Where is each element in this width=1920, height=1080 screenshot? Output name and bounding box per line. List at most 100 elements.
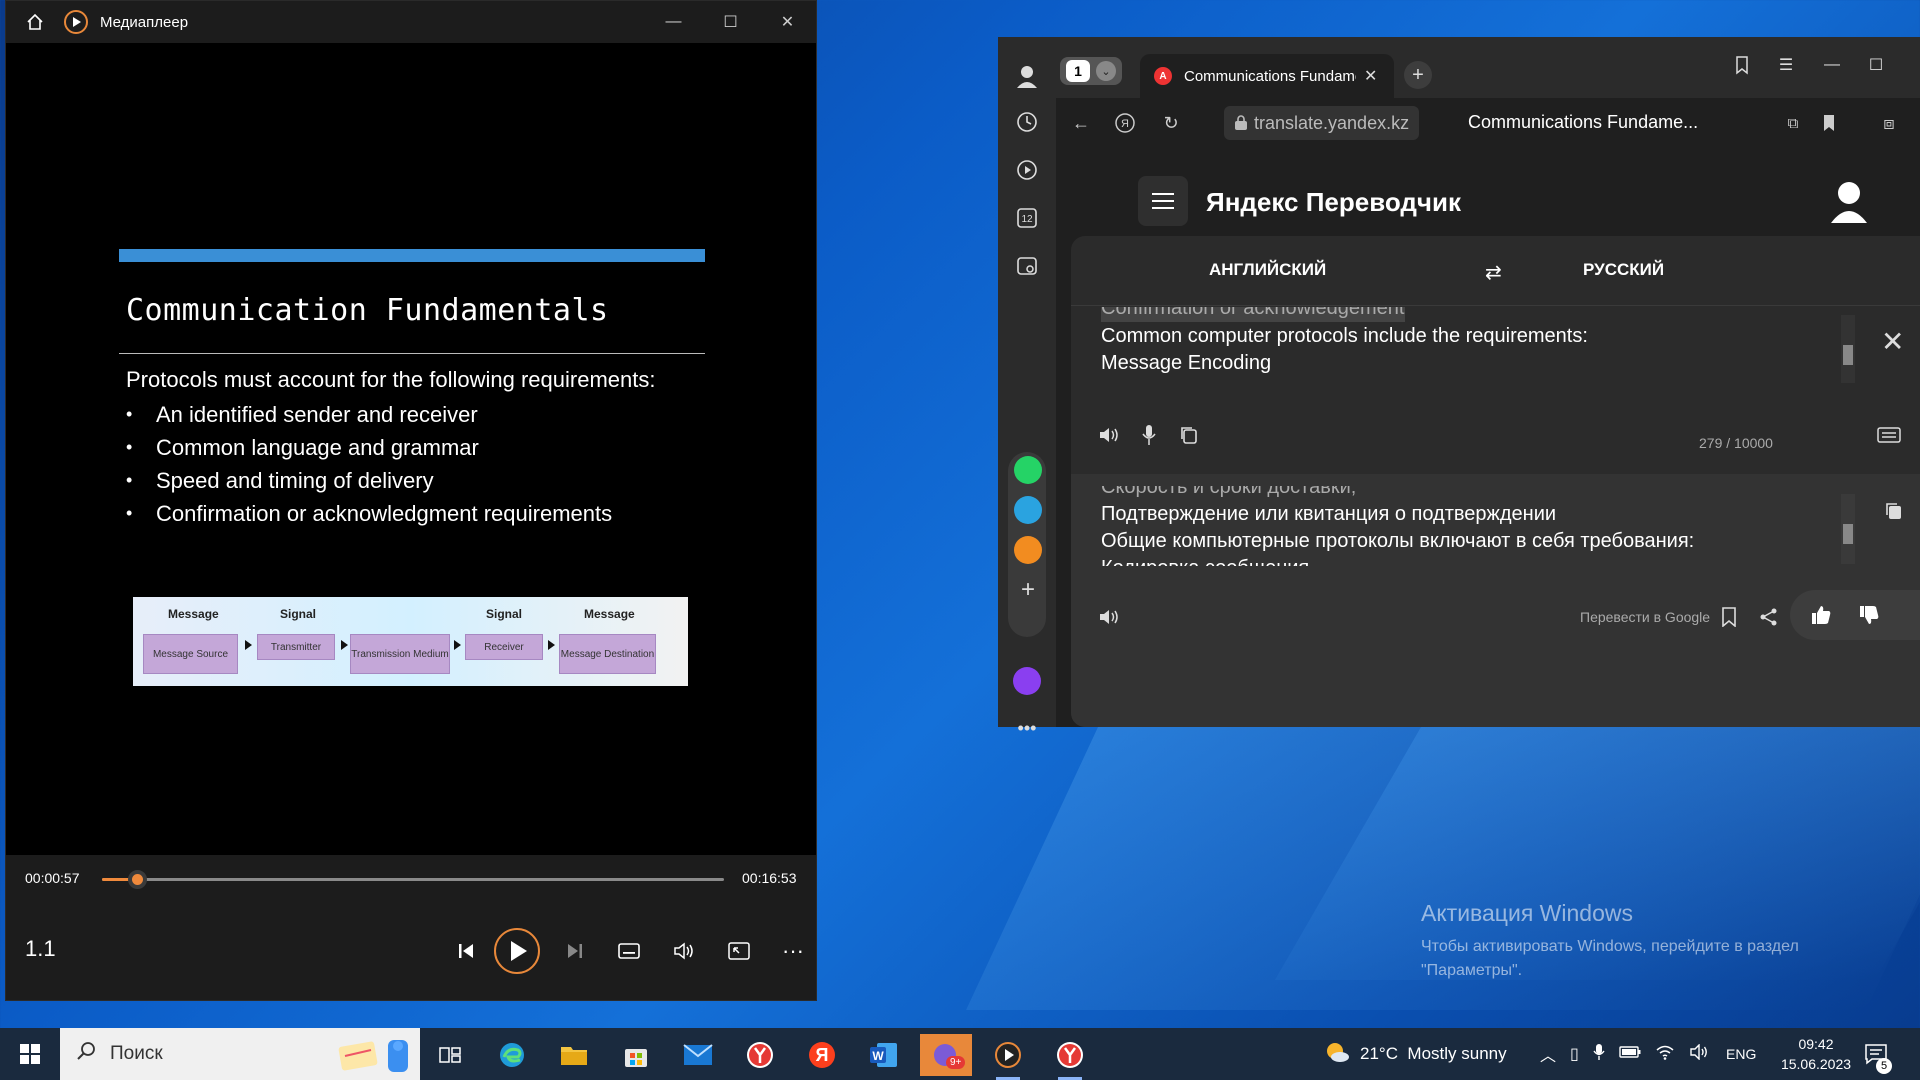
feedback-vote [1790, 590, 1920, 640]
clear-text-icon[interactable]: ✕ [1881, 325, 1904, 358]
calendar-icon[interactable]: 12 [1012, 203, 1042, 233]
volume-icon[interactable] [664, 931, 704, 971]
slide-title: Communication Fundamentals [126, 293, 609, 328]
microphone-icon[interactable] [1593, 1043, 1605, 1066]
clock[interactable]: 09:42 15.06.2023 [1774, 1028, 1858, 1080]
taskbar-search[interactable]: Поиск [60, 1028, 420, 1080]
slide-bullet: • Speed and timing of delivery [126, 467, 434, 493]
whatsapp-icon[interactable] [1014, 456, 1042, 484]
swap-languages-icon[interactable]: ⇄ [1485, 260, 1502, 285]
slide-bullet-list: • An identified sender and receiver • Comm… [126, 398, 612, 530]
lock-icon [1234, 114, 1248, 135]
alice-assistant-icon[interactable] [1013, 667, 1041, 695]
translate-page-icon[interactable]: ⧉ [1778, 108, 1808, 138]
search-placeholder: Поиск [110, 1043, 163, 1064]
bookmark-icon[interactable] [1814, 108, 1844, 138]
url-domain[interactable]: translate.yandex.kz [1224, 106, 1420, 140]
back-icon[interactable]: ← [1066, 108, 1096, 138]
translator-logo[interactable]: Яндекс Переводчик [1206, 187, 1461, 218]
media-player-taskbar-icon[interactable] [982, 1034, 1034, 1080]
telegram-icon[interactable] [1014, 496, 1042, 524]
home-icon[interactable] [6, 13, 64, 31]
task-view-icon[interactable] [424, 1034, 476, 1076]
more-options-icon[interactable]: ··· [773, 931, 813, 971]
playback-speed[interactable]: 1.1 [25, 936, 56, 962]
copy-icon[interactable] [1174, 420, 1204, 450]
translation-scrollbar[interactable] [1841, 494, 1855, 564]
edge-browser-icon[interactable] [486, 1034, 538, 1076]
chat-app-icon[interactable]: 9+ [920, 1034, 972, 1076]
speaker-icon[interactable] [1094, 420, 1124, 450]
subtitles-icon[interactable] [609, 931, 649, 971]
new-tab-button[interactable]: + [1404, 61, 1432, 89]
speaker-icon[interactable] [1094, 602, 1124, 632]
bookmarks-icon[interactable] [1726, 49, 1758, 81]
device-icon[interactable]: ▯ [1570, 1044, 1579, 1064]
seek-bar[interactable] [102, 870, 724, 889]
menu-button[interactable] [1138, 176, 1188, 226]
previous-icon[interactable] [446, 931, 486, 971]
video-area[interactable]: Communication Fundamentals Protocols mus… [6, 43, 816, 855]
reload-icon[interactable]: ↻ [1156, 108, 1186, 138]
thumbs-down-icon[interactable] [1854, 600, 1884, 630]
miniplayer-icon[interactable] [719, 931, 759, 971]
target-language[interactable]: РУССКИЙ [1583, 260, 1664, 280]
minimize-button[interactable]: — [645, 1, 702, 43]
video-icon[interactable] [1012, 155, 1042, 185]
add-icon[interactable]: + [1014, 576, 1042, 604]
copy-translation-icon[interactable] [1879, 496, 1909, 526]
chevron-up-icon[interactable]: ︿ [1540, 1042, 1556, 1066]
page-title[interactable]: Communications Fundame... [1468, 112, 1698, 133]
source-language[interactable]: АНГЛИЙСКИЙ [1209, 260, 1326, 280]
yandex-browser-running-icon[interactable] [1044, 1034, 1096, 1080]
avatar[interactable] [1826, 178, 1872, 224]
volume-icon[interactable] [1689, 1042, 1709, 1065]
minimize-button[interactable]: — [1816, 49, 1848, 81]
next-icon[interactable] [555, 931, 595, 971]
diagram-arrow [341, 640, 348, 650]
seek-thumb[interactable] [128, 870, 147, 889]
tab-active[interactable]: A Communications Fundamentals ✕ [1140, 54, 1394, 98]
profile-icon[interactable] [1012, 61, 1042, 91]
source-scrollbar[interactable] [1841, 315, 1855, 383]
mail-icon[interactable] [1014, 536, 1042, 564]
diagram-box: Receiver [465, 634, 543, 660]
file-explorer-icon[interactable] [548, 1034, 600, 1076]
maximize-button[interactable]: ☐ [1860, 49, 1892, 81]
microphone-icon[interactable] [1134, 420, 1164, 450]
maximize-button[interactable]: ☐ [702, 1, 759, 43]
windows-start-icon[interactable] [0, 1028, 60, 1080]
close-tab-icon[interactable]: ✕ [1364, 66, 1377, 86]
share-icon[interactable] [1754, 602, 1784, 632]
word-icon[interactable]: W [858, 1034, 910, 1076]
tab-counter[interactable]: 1 ⌄ [1060, 57, 1122, 85]
history-icon[interactable] [1012, 107, 1042, 137]
clock-date: 15.06.2023 [1780, 1056, 1852, 1072]
source-text-area[interactable]: Confirmation or acknowledgement Common c… [1071, 307, 1920, 473]
play-button[interactable] [494, 928, 540, 974]
yandex-icon[interactable]: Я [796, 1034, 848, 1076]
close-button[interactable]: ✕ [759, 1, 816, 43]
microsoft-store-icon[interactable] [610, 1034, 662, 1076]
translate-in-google-link[interactable]: Перевести в Google [1580, 609, 1710, 625]
battery-icon[interactable] [1619, 1045, 1641, 1063]
mail-app-icon[interactable] [672, 1034, 724, 1076]
yandex-browser-icon[interactable] [734, 1034, 786, 1076]
keyboard-icon[interactable] [1874, 420, 1904, 450]
input-language[interactable]: ENG [1726, 1028, 1756, 1080]
diagram-label: Message [168, 607, 219, 621]
wifi-icon[interactable] [1655, 1044, 1675, 1065]
screenshot-icon[interactable] [1012, 251, 1042, 281]
yandex-icon[interactable]: Я [1110, 108, 1140, 138]
reader-mode-icon[interactable]: ⧈ [1874, 108, 1904, 138]
diagram-label: Signal [280, 607, 317, 621]
translation-line: Скорость и сроки доставки; [1101, 486, 1357, 498]
bookmark-icon[interactable] [1714, 602, 1744, 632]
notifications-icon[interactable]: 5 [1864, 1028, 1892, 1080]
more-icon[interactable]: ••• [1012, 713, 1042, 743]
player-title: Медиаплеер [100, 13, 189, 31]
menu-icon[interactable]: ☰ [1770, 49, 1802, 81]
weather-widget[interactable]: 21°C Mostly sunny [1324, 1028, 1507, 1080]
thumbs-up-icon[interactable] [1806, 600, 1836, 630]
diagram-box: Transmitter [257, 634, 335, 660]
